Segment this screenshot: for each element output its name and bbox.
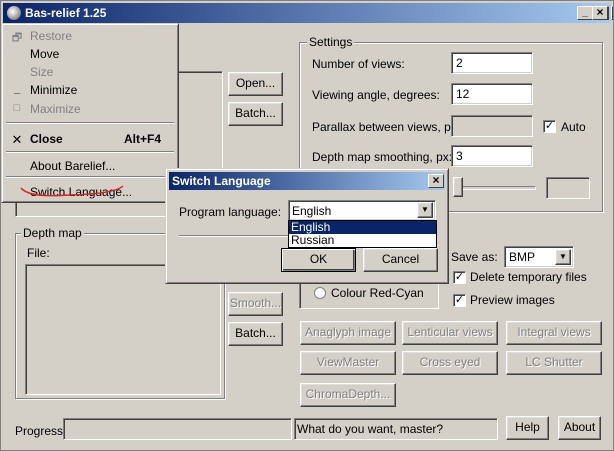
save-as-label: Save as: [451,250,498,264]
help-button[interactable]: Help [506,416,549,440]
language-dropdown-icon[interactable]: ▼ [417,202,433,218]
menu-item-about[interactable]: About Barelief... [4,157,176,175]
depth-batch-button[interactable]: Batch... [228,322,283,346]
window-title: Bas-relief 1.25 [25,6,107,20]
minimize-icon: _ [13,83,21,95]
language-select-value: English [292,204,332,218]
menu-item-maximize[interactable]: □ Maximize [4,100,176,118]
menu-item-size[interactable]: Size [4,63,176,81]
minimize-button[interactable]: _ [577,6,593,20]
preview-images-checkbox[interactable]: ✓ [453,294,466,307]
red-underline-annotation [20,185,124,197]
integral-views-button[interactable]: Integral views [506,321,602,345]
source-batch-button[interactable]: Batch... [228,102,283,126]
num-views-label: Number of views: [312,57,405,71]
progress-bar [63,418,292,440]
about-button[interactable]: About [558,416,601,440]
menu-item-restore[interactable]: 🗗 Restore [4,27,176,45]
menu-item-close[interactable]: ✕ Close Alt+F4 [4,130,176,148]
num-views-input[interactable]: 2 [451,52,533,74]
system-menu: 🗗 Restore Move Size _ Minimize □ Maximiz… [1,23,179,203]
view-angle-input[interactable]: 12 [451,83,533,105]
save-as-dropdown-icon[interactable]: ▼ [555,249,571,265]
menu-item-move[interactable]: Move [4,45,176,63]
viewmaster-button[interactable]: ViewMaster [300,351,396,375]
lenticular-views-button[interactable]: Lenticular views [402,321,498,345]
app-icon[interactable] [7,6,21,20]
save-as-value: BMP [509,250,536,264]
dialog-close-icon[interactable]: × [428,174,444,188]
menu-separator [6,151,174,153]
settings-group-label: Settings [307,35,355,49]
auto-label: Auto [561,120,586,134]
smooth-button[interactable]: Smooth... [228,292,283,316]
menu-item-minimize[interactable]: _ Minimize [4,81,176,99]
smoothing-slider-thumb[interactable] [453,177,463,197]
program-language-label: Program language: [179,205,282,219]
cross-eyed-button[interactable]: Cross eyed [402,351,498,375]
language-option-russian[interactable]: Russian [289,234,436,247]
colour-red-cyan-label: Colour Red-Cyan [331,286,424,300]
chromadepth-button[interactable]: ChromaDepth... [300,383,396,407]
main-window: Bas-relief 1.25 _ □ × Open... Batch... D… [0,0,614,451]
parallax-label: Parallax between views, px: [312,120,461,134]
language-select[interactable]: English ▼ [288,200,436,221]
depth-file-label: File: [27,246,50,260]
menu-separator [6,122,174,124]
parallax-input[interactable] [451,115,533,137]
language-dropdown-list: English Russian [288,220,437,248]
lc-shutter-button[interactable]: LC Shutter [506,351,602,375]
anaglyph-image-button[interactable]: Anaglyph image [300,321,396,345]
auto-checkbox[interactable]: ✓ [543,120,556,133]
ok-button[interactable]: OK [281,248,356,272]
preview-images-label: Preview images [470,293,555,307]
maximize-icon: □ [13,102,21,114]
open-button[interactable]: Open... [228,72,283,96]
menu-separator [6,176,174,178]
slider-value-box [546,177,590,199]
smoothing-label: Depth map smoothing, px: [312,150,453,164]
progress-label: Progress: [15,424,67,438]
smoothing-input[interactable]: 3 [451,145,533,167]
close-window-button[interactable]: × [592,6,608,20]
dialog-title: Switch Language [172,174,271,188]
smoothing-slider-track[interactable] [456,186,536,190]
colour-red-cyan-radio[interactable] [314,287,326,299]
title-bar[interactable]: Bas-relief 1.25 _ □ [3,3,613,23]
status-message: What do you want, master? [294,418,498,440]
view-angle-label: Viewing angle, degrees: [312,88,440,102]
depth-map-group-label: Depth map [21,226,84,240]
delete-temp-label: Delete temporary files [470,270,587,284]
close-icon: ✕ [11,132,23,147]
cancel-button[interactable]: Cancel [363,248,438,272]
delete-temp-checkbox[interactable]: ✓ [453,271,466,284]
close-window-button-hidden [611,6,613,20]
dialog-title-bar[interactable]: Switch Language × [169,172,445,190]
save-as-select[interactable]: BMP ▼ [504,246,574,268]
